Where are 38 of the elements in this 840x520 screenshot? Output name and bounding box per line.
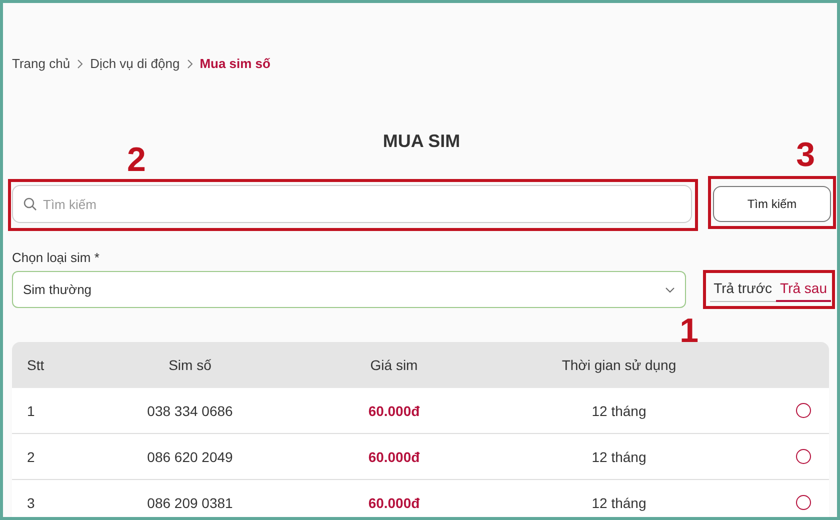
table-cell-text: 086 620 2049 bbox=[146, 448, 234, 464]
page-title: MUA SIM bbox=[382, 131, 460, 152]
field-label: Chọn loại sim * bbox=[12, 250, 100, 265]
breadcrumb-link[interactable]: Trang chủ bbox=[12, 56, 70, 71]
tab[interactable]: Trả trước bbox=[710, 278, 776, 302]
callout-number: 2 bbox=[127, 143, 146, 177]
radio-button[interactable] bbox=[796, 495, 811, 510]
callout-number: 3 bbox=[796, 138, 815, 172]
column-header: Sim số bbox=[168, 357, 212, 373]
table-row[interactable]: 3 086 209 0381 60.000đ 12 tháng bbox=[12, 480, 829, 517]
price-cell-text: 60.000đ bbox=[367, 448, 421, 464]
table-cell-text: 086 209 0381 bbox=[146, 494, 234, 510]
table-row[interactable]: 1 038 334 0686 60.000đ 12 tháng bbox=[12, 388, 829, 434]
price-cell-text: 60.000đ bbox=[367, 402, 421, 418]
chevron-right-icon bbox=[76, 58, 84, 68]
radio-button[interactable] bbox=[796, 449, 811, 464]
radio-button[interactable] bbox=[796, 403, 811, 418]
chevron-right-icon bbox=[186, 58, 194, 68]
column-header: Giá sim bbox=[369, 357, 419, 373]
price-cell-text: 60.000đ bbox=[367, 494, 421, 510]
table-cell-text: 12 tháng bbox=[590, 448, 648, 464]
callout-number: 1 bbox=[680, 314, 698, 348]
table-cell-text: 12 tháng bbox=[590, 402, 648, 418]
table-cell-text: 038 334 0686 bbox=[146, 402, 234, 418]
table-cell-text: 3 bbox=[26, 494, 36, 510]
column-header: Stt bbox=[26, 357, 46, 373]
sim-type-select[interactable]: Sim thường bbox=[12, 271, 686, 308]
table-cell-text: 12 tháng bbox=[590, 494, 648, 510]
search-icon bbox=[23, 197, 37, 211]
column-header: Thời gian sử dụng bbox=[560, 357, 678, 373]
table-cell-text: 1 bbox=[26, 402, 36, 418]
search-button[interactable]: Tìm kiếm bbox=[713, 186, 831, 222]
breadcrumb-link[interactable]: Dịch vụ di động bbox=[90, 56, 180, 71]
table-cell-text: 2 bbox=[26, 448, 36, 464]
tab[interactable]: Trả sau bbox=[776, 278, 831, 302]
search-field[interactable]: Tìm kiếm bbox=[12, 185, 692, 223]
chevron-down-icon bbox=[664, 286, 675, 292]
table-row[interactable]: 2 086 620 2049 60.000đ 12 tháng bbox=[12, 434, 829, 480]
